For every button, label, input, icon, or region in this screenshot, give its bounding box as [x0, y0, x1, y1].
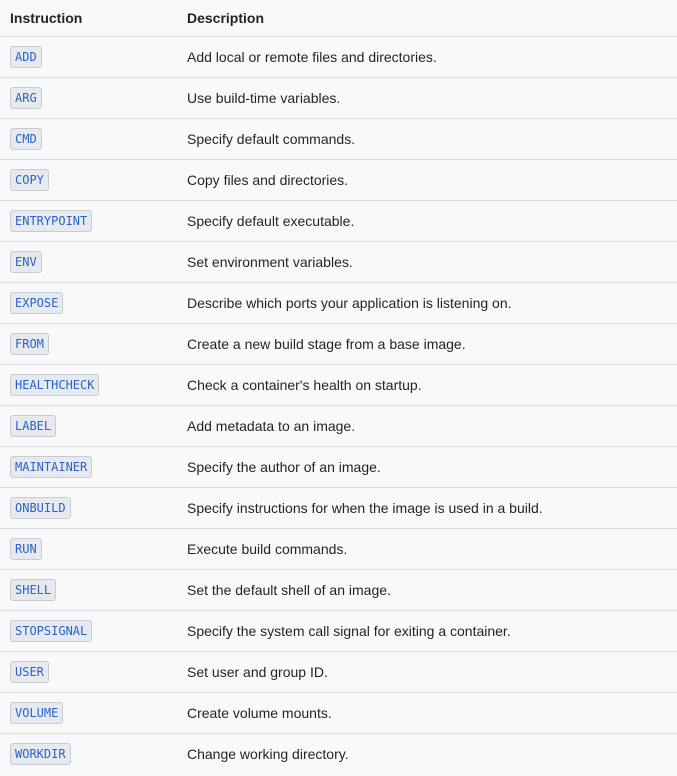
instruction-link[interactable]: MAINTAINER [10, 456, 93, 478]
description-cell: Describe which ports your application is… [187, 295, 512, 311]
description-cell: Set environment variables. [187, 254, 353, 270]
instruction-cell: ENTRYPOINT [0, 210, 177, 232]
instruction-link[interactable]: HEALTHCHECK [10, 374, 100, 396]
instruction-cell: WORKDIR [0, 743, 177, 765]
table-row: CMD Specify default commands. [0, 119, 677, 160]
description-cell: Specify the system call signal for exiti… [187, 623, 511, 639]
description-cell: Create a new build stage from a base ima… [187, 336, 466, 352]
instruction-link[interactable]: CMD [10, 128, 42, 150]
description-cell: Check a container's health on startup. [187, 377, 422, 393]
table-body: ADD Add local or remote files and directo… [0, 37, 677, 774]
table-row: LABEL Add metadata to an image. [0, 406, 677, 447]
instruction-link[interactable]: SHELL [10, 579, 57, 601]
instruction-link[interactable]: EXPOSE [10, 292, 64, 314]
description-cell: Specify instructions for when the image … [187, 500, 543, 516]
description-cell: Change working directory. [187, 746, 349, 762]
instruction-link[interactable]: ARG [10, 87, 42, 109]
description-cell: Use build-time variables. [187, 90, 341, 106]
instruction-cell: LABEL [0, 415, 177, 437]
instruction-link[interactable]: USER [10, 661, 49, 683]
table-header: Instruction Description [0, 0, 677, 37]
table-row: ENTRYPOINT Specify default executable. [0, 201, 677, 242]
instruction-link[interactable]: LABEL [10, 415, 57, 437]
description-cell: Execute build commands. [187, 541, 348, 557]
table-row: MAINTAINER Specify the author of an image… [0, 447, 677, 488]
description-cell: Set the default shell of an image. [187, 582, 391, 598]
instruction-cell: ENV [0, 251, 177, 273]
instruction-link[interactable]: VOLUME [10, 702, 64, 724]
instruction-link[interactable]: ENTRYPOINT [10, 210, 93, 232]
instruction-cell: CMD [0, 128, 177, 150]
instruction-cell: ONBUILD [0, 497, 177, 519]
instruction-cell: ADD [0, 46, 177, 68]
instruction-cell: ARG [0, 87, 177, 109]
instruction-link[interactable]: ENV [10, 251, 42, 273]
table-row: ONBUILD Specify instructions for when the… [0, 488, 677, 529]
description-cell: Set user and group ID. [187, 664, 328, 680]
instruction-cell: USER [0, 661, 177, 683]
description-cell: Specify default executable. [187, 213, 355, 229]
instruction-cell: COPY [0, 169, 177, 191]
table-row: FROM Create a new build stage from a base… [0, 324, 677, 365]
column-header-instruction: Instruction [10, 10, 83, 26]
instruction-cell: MAINTAINER [0, 456, 177, 478]
table-row: STOPSIGNAL Specify the system call signal… [0, 611, 677, 652]
instruction-link[interactable]: COPY [10, 169, 49, 191]
instruction-cell: RUN [0, 538, 177, 560]
instruction-cell: HEALTHCHECK [0, 374, 177, 396]
instruction-cell: VOLUME [0, 702, 177, 724]
instruction-link[interactable]: ONBUILD [10, 497, 71, 519]
table-row: ADD Add local or remote files and directo… [0, 37, 677, 78]
description-cell: Add metadata to an image. [187, 418, 356, 434]
table-row: SHELL Set the default shell of an image. [0, 570, 677, 611]
instructions-table: Instruction Description ADD Add local or … [0, 0, 677, 774]
instruction-link[interactable]: WORKDIR [10, 743, 71, 765]
instruction-cell: SHELL [0, 579, 177, 601]
description-cell: Create volume mounts. [187, 705, 332, 721]
column-header-description: Description [187, 10, 265, 26]
table-row: USER Set user and group ID. [0, 652, 677, 693]
table-row: EXPOSE Describe which ports your applicat… [0, 283, 677, 324]
instruction-link[interactable]: RUN [10, 538, 42, 560]
table-row: ENV Set environment variables. [0, 242, 677, 283]
table-row: WORKDIR Change working directory. [0, 734, 677, 774]
instruction-cell: FROM [0, 333, 177, 355]
instruction-link[interactable]: STOPSIGNAL [10, 620, 93, 642]
description-cell: Add local or remote files and directorie… [187, 49, 437, 65]
description-cell: Specify default commands. [187, 131, 356, 147]
instruction-link[interactable]: FROM [10, 333, 49, 355]
instruction-cell: EXPOSE [0, 292, 177, 314]
table-row: VOLUME Create volume mounts. [0, 693, 677, 734]
table-row: RUN Execute build commands. [0, 529, 677, 570]
description-cell: Specify the author of an image. [187, 459, 381, 475]
table-row: COPY Copy files and directories. [0, 160, 677, 201]
description-cell: Copy files and directories. [187, 172, 349, 188]
table-row: HEALTHCHECK Check a container's health on… [0, 365, 677, 406]
instruction-link[interactable]: ADD [10, 46, 42, 68]
table-row: ARG Use build-time variables. [0, 78, 677, 119]
instruction-cell: STOPSIGNAL [0, 620, 177, 642]
